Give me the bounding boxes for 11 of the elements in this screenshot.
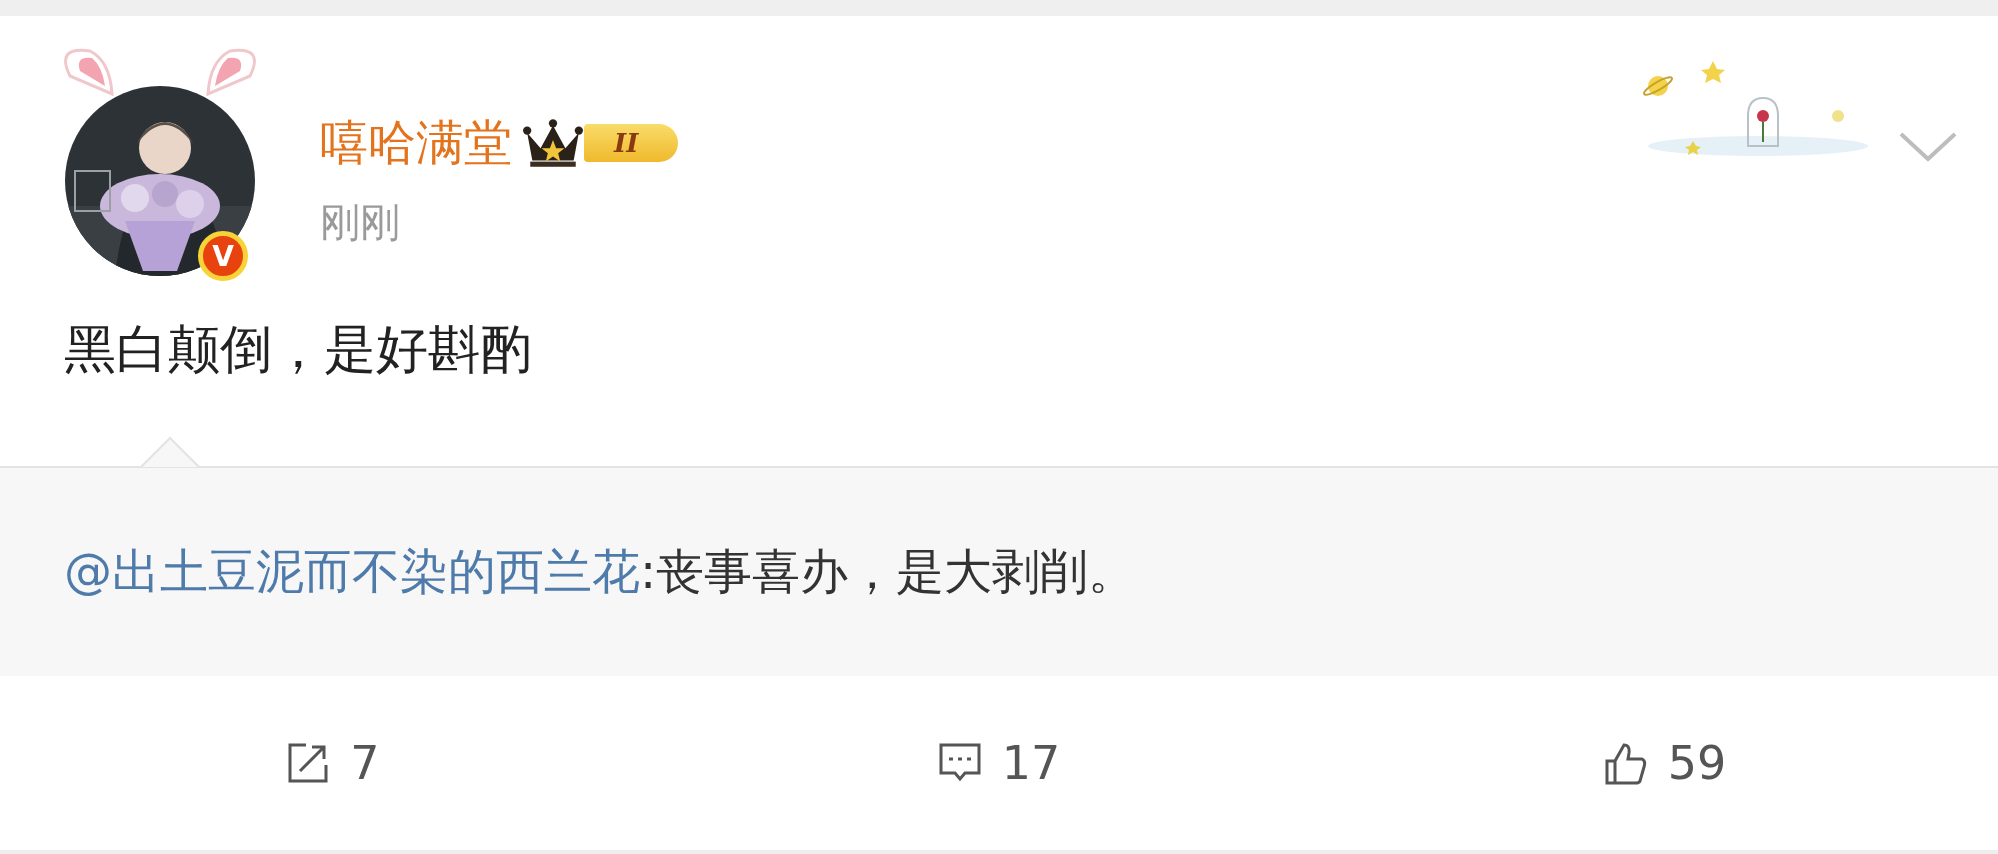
crown-icon bbox=[522, 117, 584, 169]
action-button[interactable]: 7 bbox=[0, 675, 666, 850]
level-badge: II bbox=[584, 124, 679, 162]
chevron-down-icon[interactable] bbox=[1898, 131, 1958, 163]
post-time: 刚刚 bbox=[320, 198, 401, 247]
action-button[interactable]: 59 bbox=[1332, 675, 1998, 850]
post-text: 黑白颠倒，是好斟酌 bbox=[64, 318, 532, 381]
action-button[interactable]: 17 bbox=[666, 675, 1332, 850]
mention-link[interactable]: @出土豆泥而不染的西兰花 bbox=[64, 539, 640, 604]
repost-text: :丧事喜办，是大剥削。 bbox=[640, 541, 1137, 601]
verified-badge: V bbox=[198, 231, 248, 281]
